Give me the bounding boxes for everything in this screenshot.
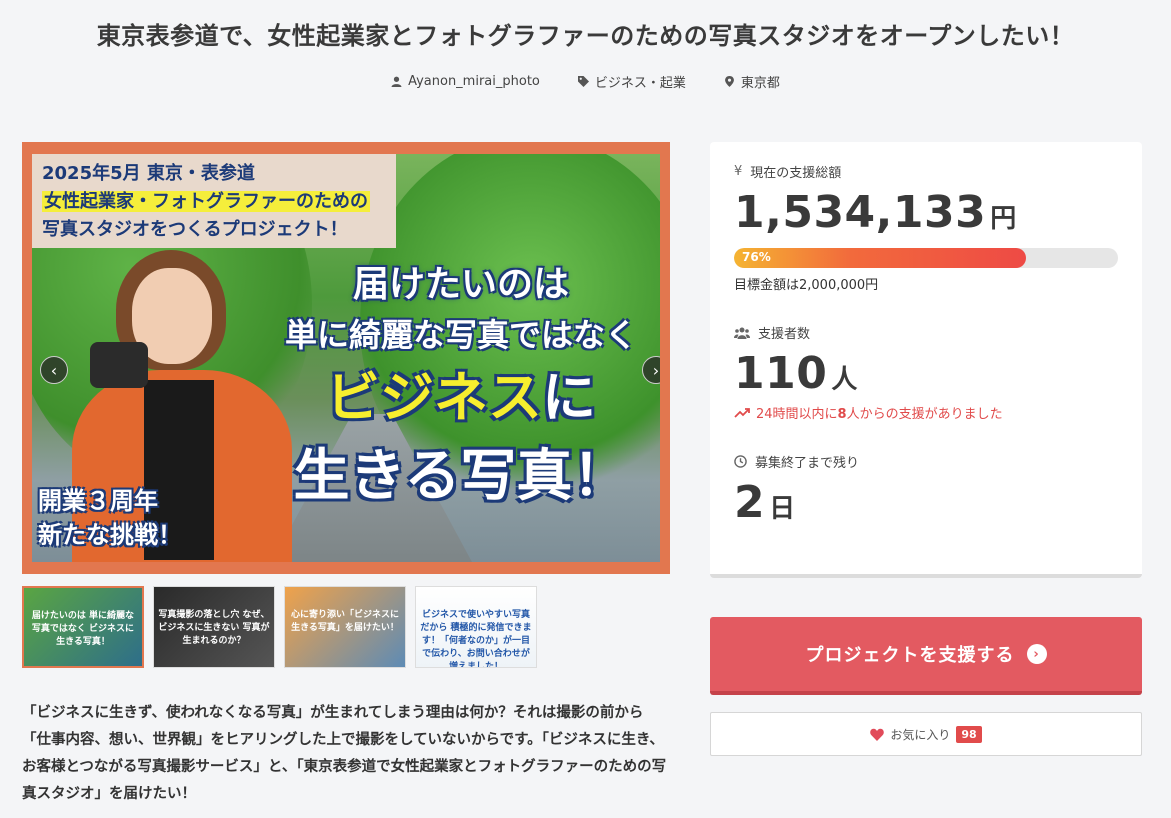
badge-line-2: 新たな挑戦！ xyxy=(38,521,182,549)
hero-image[interactable]: 2025年5月 東京・表参道 女性起業家・フォトグラファーのための 写真スタジオ… xyxy=(22,142,670,574)
location-name: 東京都 xyxy=(740,76,780,91)
project-title: 東京表参道で、女性起業家とフォトグラファーのための写真スタジオをオープンしたい！ xyxy=(96,22,1075,50)
trending-up-icon xyxy=(734,407,750,418)
supporters-row: 110 人 xyxy=(734,348,1118,399)
project-meta: Ayanon_mirai_photo ビジネス・起業 東京都 xyxy=(0,72,1171,91)
thumbnail-1-text: 届けたいのは 単に綺麗な写真ではなく ビジネスに 生きる写真！ xyxy=(31,611,135,647)
clock-icon xyxy=(734,455,747,468)
progress-text: 76% xyxy=(742,250,771,264)
recent-support: 24時間以内に8人からの支援がありました xyxy=(734,403,1118,422)
remaining-label-row: 募集終了まで残り xyxy=(734,452,1118,471)
supporters-label-row: 支援者数 xyxy=(734,323,1118,342)
amount-unit: 円 xyxy=(990,204,1017,234)
project-description: 「ビジネスに生きず、使われなくなる写真」が生まれてしまう理由は何か？それは撮影の… xyxy=(22,705,667,802)
thumbnail-1[interactable]: 届けたいのは 単に綺麗な写真ではなく ビジネスに 生きる写真！ xyxy=(22,586,144,668)
users-icon xyxy=(734,327,750,339)
camera-icon xyxy=(90,342,148,388)
favorite-button[interactable]: お気に入り 98 xyxy=(710,712,1142,756)
recent-prefix: 24時間以内に xyxy=(756,407,838,422)
progress-bar: 76% xyxy=(734,248,1118,268)
catch-line-3-rest: に xyxy=(542,366,596,429)
anniversary-badge: 開業３周年 新たな挑戦！ xyxy=(38,484,188,552)
user-icon xyxy=(391,76,402,87)
recent-count: 8 xyxy=(837,407,847,422)
thumbnail-3[interactable]: 心に寄り添い「ビジネスに生きる写真」を届けたい！ xyxy=(284,586,406,668)
thumbnail-3-text: 心に寄り添い「ビジネスに生きる写真」を届けたい！ xyxy=(290,610,399,633)
amount-label: 現在の支援総額 xyxy=(750,166,842,181)
catch-line-3-highlight: ビジネス xyxy=(326,366,542,429)
stats-card: ¥ 現在の支援総額 1,534,133 円 76% 目標金額は2,000,000… xyxy=(710,142,1142,578)
heart-icon xyxy=(870,728,885,741)
thumbnail-4-text: ビジネスで使いやすい写真だから 積極的に発信できます！「何者なのか」が一目で伝わ… xyxy=(420,610,532,668)
favorite-count: 98 xyxy=(956,725,982,743)
amount-value: 1,534,133 xyxy=(734,187,987,238)
supporters-value: 110 xyxy=(734,348,828,399)
thumbnail-strip: 届けたいのは 単に綺麗な写真ではなく ビジネスに 生きる写真！ 写真撮影の落とし… xyxy=(22,586,537,668)
location-link[interactable]: 東京都 xyxy=(724,72,780,91)
favorite-label: お気に入り xyxy=(890,727,951,742)
banner-line-3: 写真スタジオをつくるプロジェクト！ xyxy=(42,219,348,240)
owner-name: Ayanon_mirai_photo xyxy=(408,74,540,89)
tag-icon xyxy=(577,76,589,87)
goal-text: 目標金額は2,000,000円 xyxy=(734,278,879,293)
arrow-right-circle-icon: › xyxy=(1026,644,1047,664)
remaining-label: 募集終了まで残り xyxy=(755,456,860,471)
badge-line-1: 開業３周年 xyxy=(38,487,158,515)
progress-fill xyxy=(734,248,1026,268)
remaining-unit: 日 xyxy=(769,494,796,524)
banner-line-2: 女性起業家・フォトグラファーのための xyxy=(42,191,370,212)
category-name: ビジネス・起業 xyxy=(594,76,686,91)
hero-catchphrase: 届けたいのは 単に綺麗な写真ではなく ビジネスに 生きる写真！ xyxy=(262,262,660,510)
catch-line-2: 単に綺麗な写真ではなく xyxy=(284,316,637,354)
hero-banner: 2025年5月 東京・表参道 女性起業家・フォトグラファーのための 写真スタジオ… xyxy=(32,154,396,248)
thumbnail-2-text: 写真撮影の落とし穴 なぜ、ビジネスに生きない 写真が生まれるのか？ xyxy=(158,610,270,646)
chevron-left-icon[interactable]: ‹ xyxy=(40,356,68,384)
thumbnail-2[interactable]: 写真撮影の落とし穴 なぜ、ビジネスに生きない 写真が生まれるのか？ xyxy=(153,586,275,668)
supporters-unit: 人 xyxy=(831,365,858,395)
remaining-value: 2 xyxy=(734,477,766,528)
supporters-label: 支援者数 xyxy=(758,327,811,342)
remaining-row: 2 日 xyxy=(734,477,1118,528)
catch-line-1: 届けたいのは xyxy=(352,264,569,305)
owner-link[interactable]: Ayanon_mirai_photo xyxy=(391,72,540,91)
hero-photo: 2025年5月 東京・表参道 女性起業家・フォトグラファーのための 写真スタジオ… xyxy=(32,154,660,562)
category-link[interactable]: ビジネス・起業 xyxy=(577,72,686,91)
catch-line-4: 生きる写真！ xyxy=(293,444,629,509)
support-project-button[interactable]: プロジェクトを支援する › xyxy=(710,617,1142,695)
recent-suffix: 人からの支援がありました xyxy=(846,407,1003,422)
map-pin-icon xyxy=(724,76,734,87)
banner-line-1: 2025年5月 東京・表参道 xyxy=(42,163,255,184)
thumbnail-4[interactable]: ビジネスで使いやすい写真だから 積極的に発信できます！「何者なのか」が一目で伝わ… xyxy=(415,586,537,668)
amount-row: 1,534,133 円 xyxy=(734,187,1118,238)
yen-icon: ¥ xyxy=(734,164,743,179)
amount-label-row: ¥ 現在の支援総額 xyxy=(734,162,1118,181)
support-project-label: プロジェクトを支援する xyxy=(805,645,1015,666)
